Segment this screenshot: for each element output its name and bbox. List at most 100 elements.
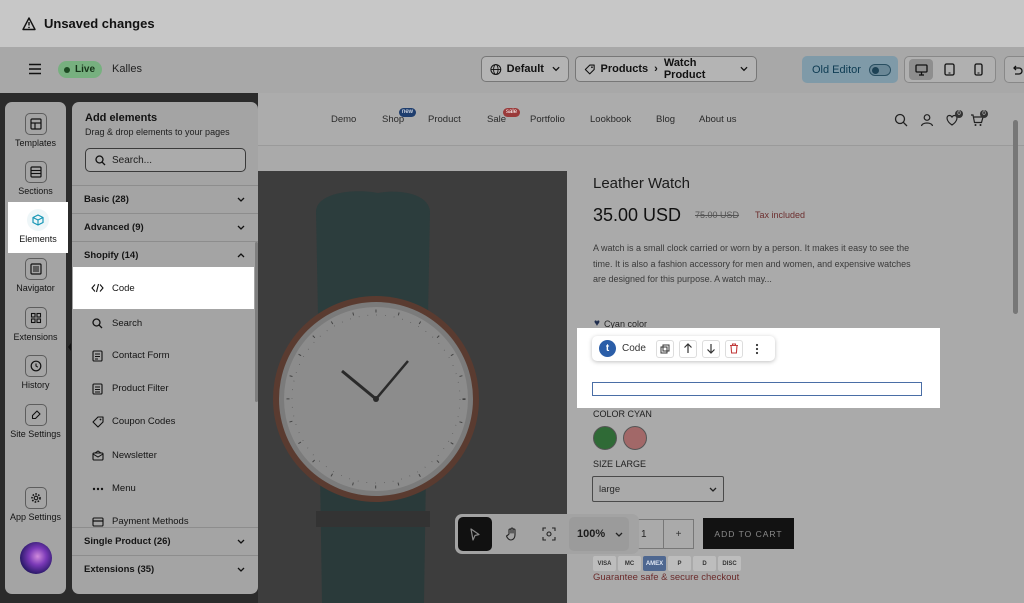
category-advanced[interactable]: Advanced (9) <box>72 213 258 241</box>
rail-item-site-settings[interactable]: Site Settings <box>5 404 66 439</box>
nav-link-demo[interactable]: Demo <box>331 114 356 125</box>
product-title: Leather Watch <box>593 175 690 192</box>
category-single-product[interactable]: Single Product (26) <box>72 527 258 555</box>
add-elements-panel: Add elements Drag & drop elements to you… <box>72 102 258 594</box>
rail-item-templates[interactable]: Templates <box>5 113 66 148</box>
elements-search-input[interactable]: Search... <box>85 148 246 172</box>
duplicate-button[interactable] <box>655 339 674 358</box>
element-code[interactable]: Code <box>73 267 254 309</box>
unsaved-changes-title: Unsaved changes <box>44 16 155 31</box>
gear-icon <box>30 493 41 503</box>
nav-link-lookbook[interactable]: Lookbook <box>590 114 631 125</box>
chevron-down-icon <box>740 66 748 72</box>
element-toolbar-label: Code <box>622 343 646 354</box>
tablet-icon <box>944 63 956 76</box>
color-swatch-green[interactable] <box>593 426 617 450</box>
canvas-scrollbar[interactable] <box>1013 120 1018 314</box>
cart-count: 0 <box>980 110 988 118</box>
undo-icon <box>1013 65 1023 75</box>
chevron-down-icon <box>237 225 245 230</box>
color-swatch-rose[interactable] <box>623 426 647 450</box>
category-basic[interactable]: Basic (28) <box>72 185 258 213</box>
undo-button[interactable] <box>1004 56 1024 83</box>
element-newsletter[interactable]: Newsletter <box>73 439 254 472</box>
page-select[interactable]: Products › Watch Product <box>575 56 757 82</box>
desktop-icon <box>915 63 928 76</box>
cube-icon <box>32 214 44 226</box>
element-contact-form[interactable]: Contact Form <box>73 339 254 372</box>
focus-tool-button[interactable] <box>532 517 566 551</box>
size-select[interactable]: large <box>592 476 724 502</box>
delete-button[interactable] <box>724 339 743 358</box>
nav-link-product[interactable]: Product <box>428 114 461 125</box>
extensions-icon <box>30 312 41 324</box>
nav-link-sale[interactable]: Sale <box>487 114 506 125</box>
category-shopify[interactable]: Shopify (14) <box>72 241 258 269</box>
tag-icon <box>91 415 104 428</box>
size-option-label: SIZE LARGE <box>593 459 647 469</box>
nav-link-about-us[interactable]: About us <box>699 114 737 125</box>
search-icon <box>92 318 103 329</box>
payment-diners-icon: D <box>693 556 716 571</box>
canvas-toolbar: 100% <box>455 514 639 554</box>
rail-item-sections[interactable]: Sections <box>5 161 66 196</box>
nav-link-portfolio[interactable]: Portfolio <box>530 114 565 125</box>
chevron-down-icon <box>709 487 717 492</box>
rail-item-app-settings[interactable]: App Settings <box>5 487 66 522</box>
live-dot-icon <box>64 66 70 73</box>
tablet-view-button[interactable] <box>938 59 962 80</box>
more-options-button[interactable] <box>748 340 766 358</box>
search-icon[interactable] <box>894 113 908 127</box>
template-icon <box>29 118 42 130</box>
tax-included-label: Tax included <box>755 210 806 220</box>
clock-icon <box>30 360 41 372</box>
zoom-select[interactable]: 100% <box>569 517 629 551</box>
mail-icon <box>91 450 104 461</box>
move-down-button[interactable] <box>701 339 720 358</box>
desktop-view-button[interactable] <box>909 59 934 80</box>
more-horizontal-icon <box>92 487 103 490</box>
rail-item-navigator[interactable]: Navigator <box>5 258 66 293</box>
list-icon <box>29 263 42 275</box>
payment-amex-icon: AMEX <box>643 556 666 571</box>
code-element-box[interactable] <box>592 382 922 396</box>
move-up-button[interactable] <box>678 339 697 358</box>
rail-item-history[interactable]: History <box>5 355 66 390</box>
add-to-cart-button[interactable]: ADD TO CART <box>703 518 794 549</box>
search-icon <box>95 154 106 165</box>
old-editor-toggle[interactable]: Old Editor <box>802 56 898 83</box>
hamburger-menu-icon[interactable] <box>28 63 42 75</box>
theme-select[interactable]: Default <box>481 56 569 82</box>
element-search[interactable]: Search <box>73 307 254 340</box>
select-tool-button[interactable] <box>458 517 492 551</box>
mobile-icon <box>974 63 983 76</box>
user-avatar[interactable] <box>20 542 52 574</box>
hand-tool-button[interactable] <box>495 517 529 551</box>
site-navigation: Demo Shop new Product Sale sale Portfoli… <box>258 93 1024 146</box>
arrow-down-icon <box>706 344 715 354</box>
credit-card-icon <box>91 516 104 527</box>
element-product-filter[interactable]: Product Filter <box>73 372 254 405</box>
mobile-view-button[interactable] <box>967 59 991 80</box>
nav-link-blog[interactable]: Blog <box>656 114 675 125</box>
hand-icon <box>505 527 516 541</box>
chevron-down-icon <box>615 532 623 537</box>
rail-item-elements[interactable]: Elements <box>8 202 68 253</box>
rail-item-extensions[interactable]: Extensions <box>5 307 66 342</box>
toggle-switch[interactable] <box>868 63 891 76</box>
unsaved-changes-bar: Unsaved changes <box>0 0 1024 47</box>
element-coupon-codes[interactable]: Coupon Codes <box>73 405 254 438</box>
user-icon[interactable] <box>920 113 934 127</box>
panel-title: Add elements <box>85 112 158 124</box>
focus-icon <box>542 527 556 541</box>
live-status-badge: Live <box>58 61 103 78</box>
category-extensions[interactable]: Extensions (35) <box>72 555 258 583</box>
editor-header: Live Kalles Default Products › Watch Pro… <box>0 47 1024 93</box>
store-name: Kalles <box>112 63 142 75</box>
element-menu[interactable]: Menu <box>73 472 254 505</box>
globe-icon <box>490 63 502 75</box>
trash-icon <box>729 343 738 354</box>
payment-visa-icon: VISA <box>593 556 616 571</box>
quantity-increase-button[interactable]: + <box>663 520 693 548</box>
warning-icon <box>22 16 36 30</box>
